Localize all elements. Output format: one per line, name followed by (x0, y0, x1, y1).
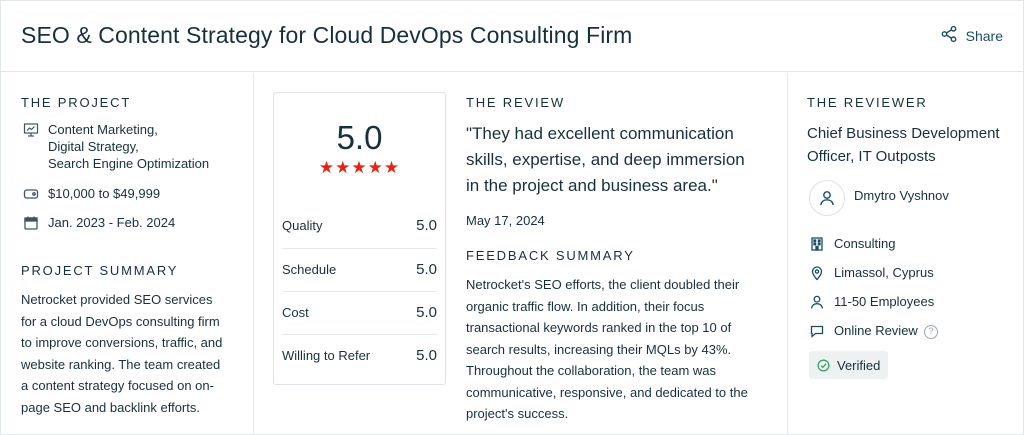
price-tag-icon (23, 186, 39, 202)
reviewer-company-size: 11-50 Employees (809, 293, 934, 310)
project-budget: $10,000 to $49,999 (23, 185, 160, 202)
reviewer-title-line: Chief Business Development (807, 125, 1000, 142)
feedback-line: Netrocket's SEO efforts, the client doub… (466, 277, 740, 292)
project-section-label: THE PROJECT (21, 95, 132, 110)
feedback-line: communicative, responsive, and dedicated… (466, 384, 748, 400)
feedback-line: organic traffic flow. In addition, their… (466, 298, 705, 314)
share-label: Share (965, 27, 1003, 44)
review-header: SEO & Content Strategy for Cloud DevOps … (1, 1, 1023, 72)
verified-label: Verified (837, 357, 881, 373)
share-icon (940, 25, 958, 46)
metric-cost: Cost 5.0 (282, 291, 437, 334)
building-icon (809, 236, 825, 252)
help-icon[interactable]: ? (923, 324, 938, 339)
share-button[interactable]: Share (940, 25, 1003, 46)
check-circle-icon (817, 359, 830, 371)
feedback-line: project's success. (466, 406, 569, 421)
summary-line: to improve conversions, traffic, and (21, 335, 223, 350)
chat-bubble-icon (809, 323, 825, 339)
summary-line: a content strategy focused on on- (21, 378, 214, 393)
metric-label: Quality (282, 218, 323, 233)
metric-value: 5.0 (416, 261, 437, 278)
column-divider (787, 73, 788, 435)
summary-line: for a cloud DevOps consulting firm (21, 313, 220, 329)
avatar (809, 180, 845, 216)
metric-label: Cost (282, 305, 309, 320)
project-summary-label: PROJECT SUMMARY (21, 263, 179, 278)
feedback-line: Throughout the collaboration, the team w… (466, 363, 717, 378)
verified-badge: Verified (809, 351, 889, 379)
metric-schedule: Schedule 5.0 (282, 248, 437, 291)
industry-text: Consulting (834, 236, 896, 251)
column-divider (253, 73, 254, 435)
user-icon (809, 294, 825, 310)
quote-line: skills, expertise, and deep immersion (466, 150, 745, 169)
location-text: Limassol, Cyprus (834, 265, 934, 280)
budget-text: $10,000 to $49,999 (48, 186, 161, 201)
presentation-icon (23, 122, 39, 138)
service-item: Digital Strategy, (48, 139, 139, 154)
reviewer-review-type: Online Review? (809, 322, 938, 339)
summary-line: website ranking. The team created (21, 356, 221, 372)
feedback-line: search results, increasing their MQLs by… (466, 341, 732, 357)
metric-quality: Quality 5.0 (282, 204, 437, 247)
quote-line: in the project and business area." (466, 176, 718, 195)
rating-card: 5.0 ★★★★★ Quality 5.0 Schedule 5.0 Cost … (273, 92, 446, 385)
quote-line: "They had excellent communication (466, 124, 734, 143)
metric-label: Schedule (282, 262, 337, 277)
reviewer-location: Limassol, Cyprus (809, 264, 934, 281)
feedback-line: transactional keywords ranked in the top… (466, 320, 732, 335)
review-title: SEO & Content Strategy for Cloud DevOps … (21, 22, 633, 48)
metric-willing-to-refer: Willing to Refer 5.0 (282, 334, 437, 377)
service-item: Content Marketing, (48, 122, 158, 137)
feedback-summary-label: FEEDBACK SUMMARY (466, 248, 635, 263)
metric-value: 5.0 (416, 304, 437, 321)
reviewer-name: Dmytro Vyshnov (854, 188, 949, 203)
service-item: Search Engine Optimization (48, 156, 210, 171)
location-pin-icon (809, 265, 825, 281)
review-quote: "They had excellent communication skills… (466, 121, 766, 199)
review-section-label: THE REVIEW (466, 95, 565, 110)
project-summary-text: Netrocket provided SEO services for a cl… (21, 289, 246, 418)
dates-text: Jan. 2023 - Feb. 2024 (48, 215, 176, 230)
star-rating: ★★★★★ (318, 158, 401, 177)
calendar-icon (23, 215, 39, 231)
feedback-summary-text: Netrocket's SEO efforts, the client doub… (466, 274, 771, 425)
metric-value: 5.0 (416, 347, 437, 364)
project-dates: Jan. 2023 - Feb. 2024 (23, 214, 175, 231)
summary-line: Netrocket provided SEO services (21, 292, 213, 307)
metric-label: Willing to Refer (282, 348, 371, 363)
company-size-text: 11-50 Employees (834, 294, 935, 309)
reviewer-title: Chief Business Development Officer, IT O… (807, 122, 1017, 168)
user-icon (820, 191, 834, 206)
project-services: Content Marketing, Digital Strategy, Sea… (23, 121, 209, 172)
review-date: May 17, 2024 (466, 213, 545, 228)
reviewer-section-label: THE REVIEWER (807, 95, 928, 110)
reviewer-industry: Consulting (809, 235, 895, 252)
overall-rating: 5.0 (336, 119, 383, 156)
summary-line: page SEO and backlink efforts. (21, 399, 200, 415)
reviewer-title-line: Officer, IT Outposts (807, 148, 936, 165)
metric-value: 5.0 (416, 217, 437, 234)
review-card: SEO & Content Strategy for Cloud DevOps … (0, 0, 1024, 435)
review-type-text: Online Review (834, 323, 918, 338)
